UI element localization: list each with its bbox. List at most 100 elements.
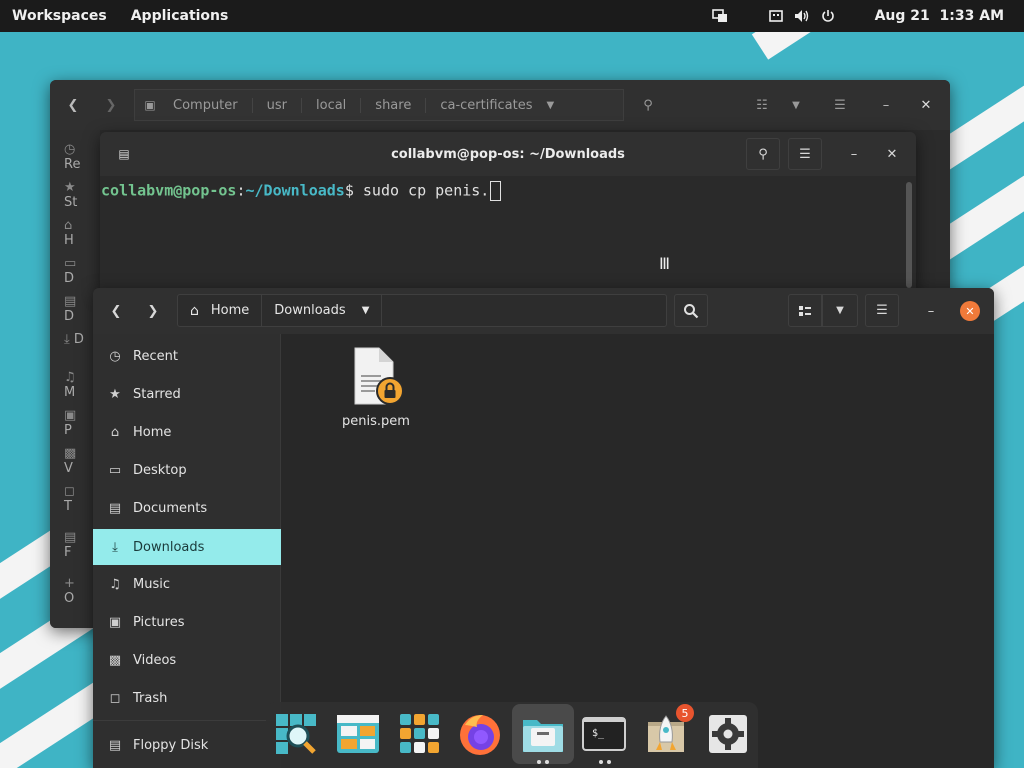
dock-search-app[interactable] xyxy=(272,710,320,758)
drive-icon: ▣ xyxy=(144,98,156,112)
certificate-file-icon xyxy=(354,347,404,405)
forward-button[interactable]: ❯ xyxy=(96,89,126,121)
files-window[interactable]: ❮ ❯ ⌂ Home Downloads ▼ ▼ ☰ – ✕ ◷ Recent ★… xyxy=(93,288,994,768)
view-list-icon[interactable]: ☷ xyxy=(746,89,778,121)
sidebar-item-trash[interactable]: ◻ Trash xyxy=(93,680,281,716)
back-button[interactable]: ❮ xyxy=(101,295,131,327)
sidebar-item-other[interactable]: + O xyxy=(64,576,84,606)
sidebar-item-videos[interactable]: ▩ V xyxy=(64,446,84,476)
star-icon: ★ xyxy=(64,180,76,195)
search-button[interactable] xyxy=(674,294,708,327)
home-icon: ⌂ xyxy=(64,218,73,233)
search-icon[interactable]: ⚲ xyxy=(746,138,780,170)
floppy-icon: ▤ xyxy=(64,530,77,545)
crumb-usr[interactable]: usr xyxy=(251,97,301,113)
ibeam-cursor-icon: Ⅲ xyxy=(659,254,671,273)
dock-app-grid[interactable] xyxy=(396,710,444,758)
keyboard-icon[interactable] xyxy=(763,0,789,32)
crumb-downloads[interactable]: Downloads ▼ xyxy=(262,295,383,326)
file-item[interactable]: penis.pem xyxy=(342,346,410,429)
sidebar-item-music[interactable]: ♫ M xyxy=(64,370,84,400)
menu-icon: ☰ xyxy=(876,303,888,318)
sidebar-item-downloads[interactable]: ⤓ D xyxy=(64,332,84,347)
dock-settings[interactable] xyxy=(704,710,752,758)
clock-icon: ◷ xyxy=(109,348,121,364)
dock-nautilus[interactable] xyxy=(512,704,574,764)
sidebar-item-desktop[interactable]: ▭ D xyxy=(64,256,84,286)
files-header: ❮ ❯ ⌂ Home Downloads ▼ ▼ ☰ – ✕ xyxy=(93,288,994,334)
chevron-down-icon[interactable]: ▼ xyxy=(547,100,567,111)
dock-firefox[interactable] xyxy=(456,710,504,758)
applications-button[interactable]: Applications xyxy=(119,0,241,32)
view-options-button[interactable]: ▼ xyxy=(822,294,858,327)
menu-icon[interactable]: ☰ xyxy=(824,89,856,121)
picture-icon: ▣ xyxy=(108,614,122,630)
crumb-home[interactable]: ⌂ Home xyxy=(178,295,263,326)
settings-icon xyxy=(709,715,747,753)
dock-terminal[interactable]: $_ xyxy=(580,710,628,758)
new-tab-icon[interactable]: ▤ xyxy=(114,144,134,164)
minimize-icon[interactable]: – xyxy=(842,138,866,170)
crumb-share[interactable]: share xyxy=(360,97,425,113)
sidebar-divider xyxy=(93,720,281,721)
sidebar-item-floppy[interactable]: ▤ F xyxy=(64,530,84,560)
music-icon: ♫ xyxy=(109,576,121,592)
sidebar-item-starred[interactable]: ★ Starred xyxy=(93,376,281,412)
background-breadcrumb: ▣ Computer usr local share ca-certificat… xyxy=(134,89,624,121)
sidebar-item-desktop[interactable]: ▭ Desktop xyxy=(93,452,281,488)
desktop-icon: ▭ xyxy=(108,462,122,478)
running-indicator xyxy=(607,760,611,764)
chevron-down-icon[interactable]: ▼ xyxy=(782,89,810,121)
close-icon[interactable]: ✕ xyxy=(914,89,938,121)
sidebar-item-recent[interactable]: ◷ Re xyxy=(64,142,84,172)
close-icon[interactable]: ✕ xyxy=(880,138,904,170)
close-button[interactable]: ✕ xyxy=(960,301,980,321)
sidebar-item-label: Documents xyxy=(133,500,208,516)
back-button[interactable]: ❮ xyxy=(58,89,88,121)
power-icon[interactable] xyxy=(815,0,841,32)
sidebar-item-documents[interactable]: ▤ Documents xyxy=(93,490,281,526)
firefox-icon xyxy=(460,715,500,755)
display-icon[interactable] xyxy=(707,0,733,32)
sidebar-item-pictures[interactable]: ▣ Pictures xyxy=(93,604,281,640)
sidebar-item-documents[interactable]: ▤ D xyxy=(64,294,84,324)
terminal-scrollbar[interactable] xyxy=(906,182,912,288)
running-indicator xyxy=(599,760,603,764)
dock-files-app[interactable] xyxy=(334,710,382,758)
sidebar-item-trash[interactable]: ◻ T xyxy=(64,484,84,514)
forward-button[interactable]: ❯ xyxy=(138,295,168,327)
sidebar-item-recent[interactable]: ◷ Recent xyxy=(93,338,281,374)
menu-icon[interactable]: ☰ xyxy=(788,138,822,170)
dock-pop-shop[interactable]: 5 xyxy=(642,704,694,758)
crumb-local[interactable]: local xyxy=(301,97,360,113)
sidebar-item-music[interactable]: ♫ Music xyxy=(93,566,281,602)
search-icon[interactable]: ⚲ xyxy=(632,89,664,121)
sidebar-item-label: Desktop xyxy=(133,462,187,478)
workspaces-button[interactable]: Workspaces xyxy=(0,0,119,32)
breadcrumb: ⌂ Home Downloads ▼ xyxy=(177,294,667,327)
dock: $_ 5 xyxy=(266,702,758,768)
date-label: Aug 21 xyxy=(874,8,930,24)
sidebar-item-label: Starred xyxy=(133,386,181,402)
terminal-window[interactable]: ▤ collabvm@pop-os: ~/Downloads ⚲ ☰ – ✕ c… xyxy=(100,132,916,292)
clock[interactable]: Aug 21 1:33 AM xyxy=(841,8,1024,24)
minimize-icon[interactable]: – xyxy=(874,89,898,121)
sidebar-item-videos[interactable]: ▩ Videos xyxy=(93,642,281,678)
menu-button[interactable]: ☰ xyxy=(865,294,899,327)
star-icon: ★ xyxy=(109,386,121,402)
terminal-header: ▤ collabvm@pop-os: ~/Downloads ⚲ ☰ – ✕ xyxy=(100,132,916,176)
sidebar-item-home[interactable]: ⌂ Home xyxy=(93,414,281,450)
sidebar-item-pictures[interactable]: ▣ P xyxy=(64,408,84,438)
volume-icon[interactable] xyxy=(789,0,815,32)
view-toggle-button[interactable] xyxy=(788,294,822,327)
minimize-button[interactable]: – xyxy=(919,295,943,327)
picture-icon: ▣ xyxy=(64,408,77,423)
sidebar-item-downloads[interactable]: ⤓ Downloads xyxy=(93,529,281,565)
sidebar-item-label: Home xyxy=(133,424,172,440)
sidebar-item-home[interactable]: ⌂ H xyxy=(64,218,84,248)
sidebar-item-floppy-disk[interactable]: ▤ Floppy Disk xyxy=(93,727,281,763)
terminal-body[interactable]: collabvm@pop-os:~/Downloads$ sudo cp pen… xyxy=(100,176,905,292)
crumb-computer[interactable]: Computer xyxy=(165,98,252,113)
sidebar-item-starred[interactable]: ★ St xyxy=(64,180,84,210)
crumb-ca-certificates[interactable]: ca-certificates xyxy=(425,97,546,113)
